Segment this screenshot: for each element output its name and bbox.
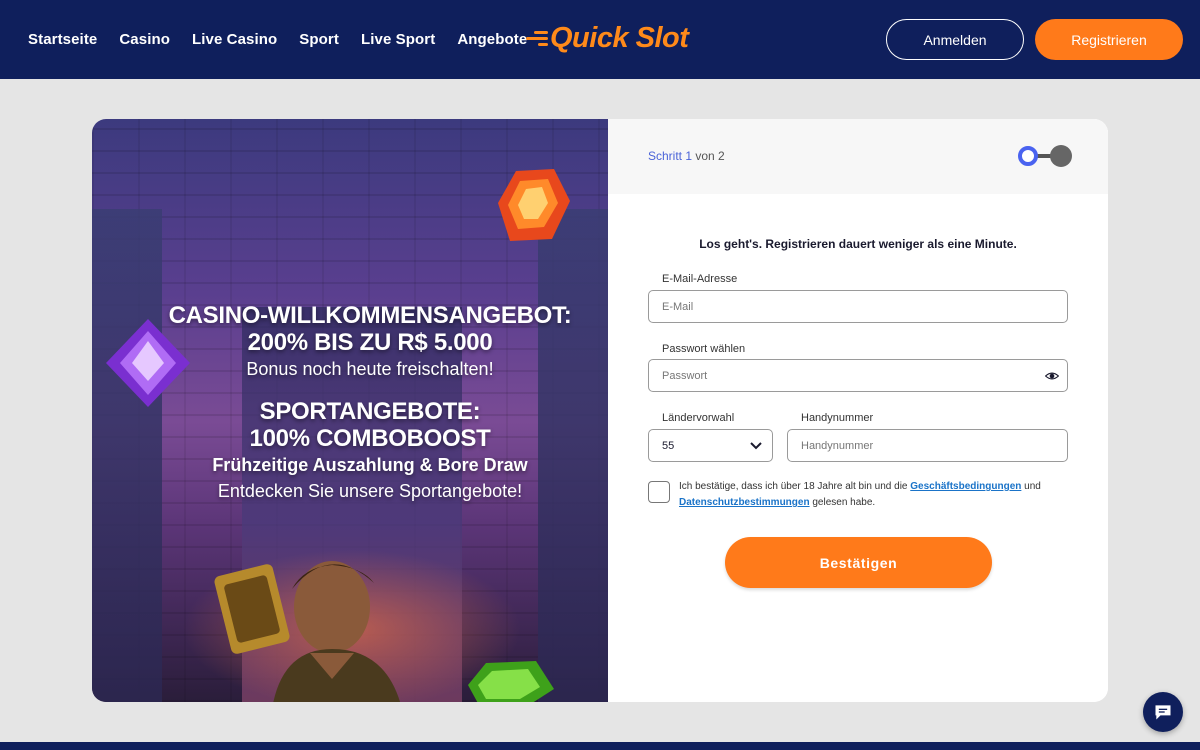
promo-banner: CASINO-WILLKOMMENSANGEBOT: 200% BIS ZU R… [92,119,608,702]
email-field[interactable]: E-Mail [648,290,1068,323]
chat-button[interactable] [1143,692,1183,732]
footer-strip [0,742,1200,750]
registration-form: Schritt 1 von 2 Los geht's. Registrieren… [608,119,1108,702]
register-button[interactable]: Registrieren [1035,19,1183,60]
step-label: Schritt 1 von 2 [648,149,725,163]
explorer-character-icon [214,561,400,702]
step-total: von 2 [695,149,725,163]
terms-text: Ich bestätige, dass ich über 18 Jahre al… [679,481,1041,508]
confirm-button[interactable]: Bestätigen [725,537,992,588]
site-logo[interactable]: Quick Slot [522,18,689,58]
phone-placeholder: Handynummer [801,439,874,452]
speed-lines-icon [522,27,548,49]
chat-icon [1155,705,1171,720]
password-placeholder: Passwort [662,369,708,382]
step-current: Schritt 1 [648,149,693,163]
step-1-dot [1018,146,1038,166]
privacy-link[interactable]: Datenschutzbestimmungen [679,497,810,508]
password-field[interactable]: Passwort [648,359,1068,392]
email-placeholder: E-Mail [662,300,694,313]
casino-offer-subtitle: Bonus noch heute freischalten! [246,359,494,379]
eye-icon[interactable] [1045,369,1059,383]
nav-angebote[interactable]: Angebote [457,31,527,48]
terms-checkbox[interactable] [648,481,670,503]
email-label: E-Mail-Adresse [662,273,738,285]
phone-label: Handynummer [801,412,874,424]
orange-gem-icon [498,169,570,241]
promo-text: CASINO-WILLKOMMENSANGEBOT: 200% BIS ZU R… [92,302,608,504]
terms-link[interactable]: Geschäftsbedingungen [910,481,1021,492]
country-code-select[interactable]: 55 [648,429,773,462]
step-indicator-bar: Schritt 1 von 2 [608,119,1108,194]
main-nav: Startseite Casino Live Casino Sport Live… [28,0,527,79]
nav-startseite[interactable]: Startseite [28,31,97,48]
green-gem-icon [468,661,554,702]
country-code-value: 55 [662,439,675,452]
registration-card: CASINO-WILLKOMMENSANGEBOT: 200% BIS ZU R… [92,119,1108,702]
logo-text: Quick Slot [550,21,689,54]
form-intro: Los geht's. Registrieren dauert weniger … [699,237,1017,251]
nav-live-sport[interactable]: Live Sport [361,31,435,48]
top-header: Startseite Casino Live Casino Sport Live… [0,0,1200,79]
sport-offer-cta: Entdecken Sie unsere Sportangebote! [217,481,523,501]
nav-casino[interactable]: Casino [119,31,170,48]
sport-offer-title-2: 100% COMBOBOOST [249,425,491,452]
nav-live-casino[interactable]: Live Casino [192,31,277,48]
phone-field[interactable]: Handynummer [787,429,1068,462]
sport-offer-subtitle: Frühzeitige Auszahlung & Bore Draw [212,455,528,475]
nav-sport[interactable]: Sport [299,31,339,48]
step-progress [1018,144,1072,168]
country-code-label: Ländervorwahl [662,412,735,424]
step-2-dot [1050,145,1072,167]
sport-offer-title-1: SPORTANGEBOTE: [259,398,481,425]
login-button[interactable]: Anmelden [886,19,1024,60]
casino-offer-title-1: CASINO-WILLKOMMENSANGEBOT: [168,302,572,329]
chevron-down-icon [750,441,762,449]
password-label: Passwort wählen [662,343,746,355]
casino-offer-title-2: 200% BIS ZU R$ 5.000 [247,329,493,356]
